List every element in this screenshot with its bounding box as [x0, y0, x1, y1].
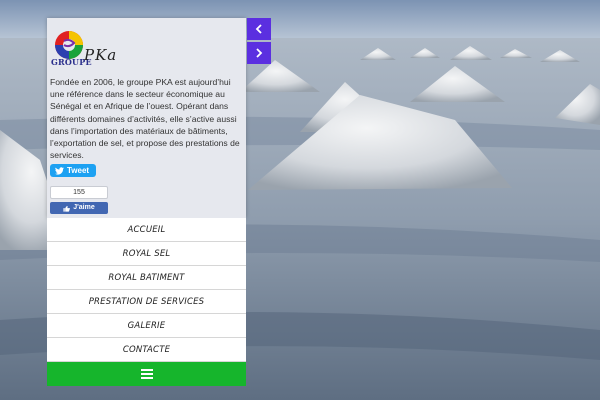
- like-label: J'aime: [73, 204, 95, 211]
- menu-item-accueil[interactable]: ACCUEIL: [47, 218, 246, 242]
- menu-item-prestation-de-services[interactable]: PRESTATION DE SERVICES: [47, 290, 246, 314]
- about-text: Fondée en 2006, le groupe PKA est aujour…: [50, 77, 240, 161]
- like-count: 155: [50, 186, 108, 199]
- facebook-like-button[interactable]: J'aime: [50, 202, 108, 214]
- thumbs-up-icon: [63, 205, 71, 212]
- chevron-right-icon: [256, 48, 263, 58]
- facebook-like-widget: 155 J'aime: [50, 186, 108, 214]
- menu-toggle-button[interactable]: [47, 362, 246, 386]
- previous-slide-button[interactable]: [247, 18, 271, 40]
- menu-item-contacte[interactable]: CONTACTE: [47, 338, 246, 362]
- chevron-left-icon: [255, 24, 262, 34]
- menu-item-royal-sel[interactable]: ROYAL SEL: [47, 242, 246, 266]
- twitter-bird-icon: [55, 166, 64, 175]
- menu-item-galerie[interactable]: GALERIE: [47, 314, 246, 338]
- hamburger-icon: [140, 369, 153, 379]
- logo-pka-text: PKa: [84, 46, 118, 64]
- main-navigation-menu: ACCUEIL ROYAL SEL ROYAL BATIMENT PRESTAT…: [47, 218, 246, 362]
- menu-item-royal-batiment[interactable]: ROYAL BATIMENT: [47, 266, 246, 290]
- sidebar-panel: GROUPE PKa Fondée en 2006, le groupe PKA…: [47, 18, 246, 218]
- tweet-label: Tweet: [67, 166, 90, 175]
- tweet-button[interactable]: Tweet: [50, 164, 97, 177]
- next-slide-button[interactable]: [247, 42, 271, 64]
